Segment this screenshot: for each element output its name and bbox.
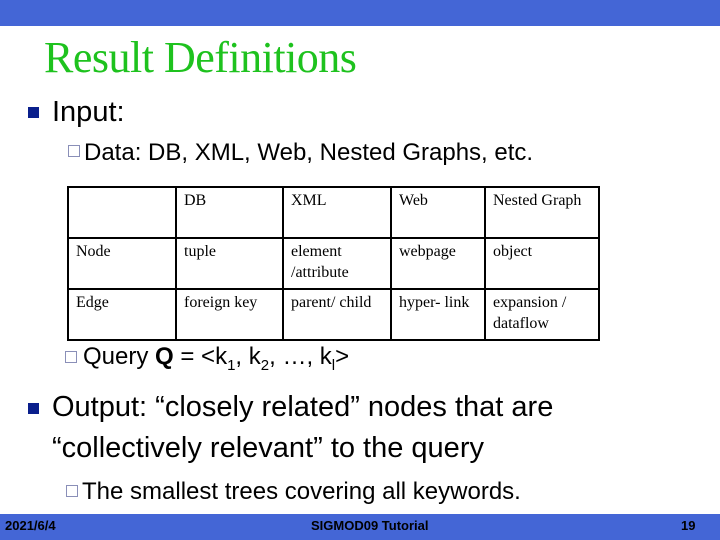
footer-title: SIGMOD09 Tutorial	[311, 518, 429, 533]
query-prefix: Query	[83, 343, 156, 370]
query-text: , k	[235, 343, 261, 370]
query-line: Query Q = <k1, k2, …, kl>	[83, 343, 350, 374]
subscript: 2	[260, 357, 270, 374]
query-text: >	[335, 343, 350, 370]
query-text: , …, k	[269, 343, 332, 370]
table-cell: expansion / dataflow	[484, 288, 600, 341]
footer-bar: 2021/6/4 SIGMOD09 Tutorial 19	[0, 514, 720, 540]
output-sub-line: The smallest trees covering all keywords…	[82, 478, 521, 505]
output-line-2: “collectively relevant” to the query	[52, 432, 484, 464]
data-line: Data: DB, XML, Web, Nested Graphs, etc.	[84, 139, 534, 166]
table-header-cell	[67, 186, 177, 239]
page-number: 19	[681, 518, 696, 533]
table-cell: foreign key	[175, 288, 284, 341]
table-header-cell: DB	[175, 186, 284, 239]
output-line-1: Output: “closely related” nodes that are	[52, 391, 554, 423]
hollow-square-bullet-icon	[68, 145, 80, 157]
hollow-square-bullet-icon	[66, 485, 78, 497]
table-header-cell: Nested Graph	[484, 186, 600, 239]
hollow-square-bullet-icon	[65, 351, 77, 363]
table-header-row: DB XML Web Nested Graph	[67, 186, 600, 239]
input-heading: Input:	[52, 96, 125, 128]
table-cell: parent/ child	[282, 288, 392, 341]
table-cell: object	[484, 237, 600, 290]
query-text: = <k	[173, 343, 228, 370]
square-bullet-icon	[28, 403, 39, 414]
footer-date: 2021/6/4	[5, 518, 56, 533]
table-header-cell: XML	[282, 186, 392, 239]
table-header-cell: Web	[390, 186, 486, 239]
table-cell: webpage	[390, 237, 486, 290]
table-cell: tuple	[175, 237, 284, 290]
table-cell: element /attribute	[282, 237, 392, 290]
query-symbol: Q	[155, 343, 174, 370]
table-cell: hyper- link	[390, 288, 486, 341]
square-bullet-icon	[28, 107, 39, 118]
top-bar	[0, 0, 720, 26]
table-row: Edge foreign key parent/ child hyper- li…	[67, 288, 600, 341]
table-row: Node tuple element /attribute webpage ob…	[67, 237, 600, 290]
table-row-label: Node	[67, 237, 177, 290]
data-model-table: DB XML Web Nested Graph Node tuple eleme…	[67, 186, 600, 341]
table-row-label: Edge	[67, 288, 177, 341]
slide-title: Result Definitions	[44, 33, 357, 82]
